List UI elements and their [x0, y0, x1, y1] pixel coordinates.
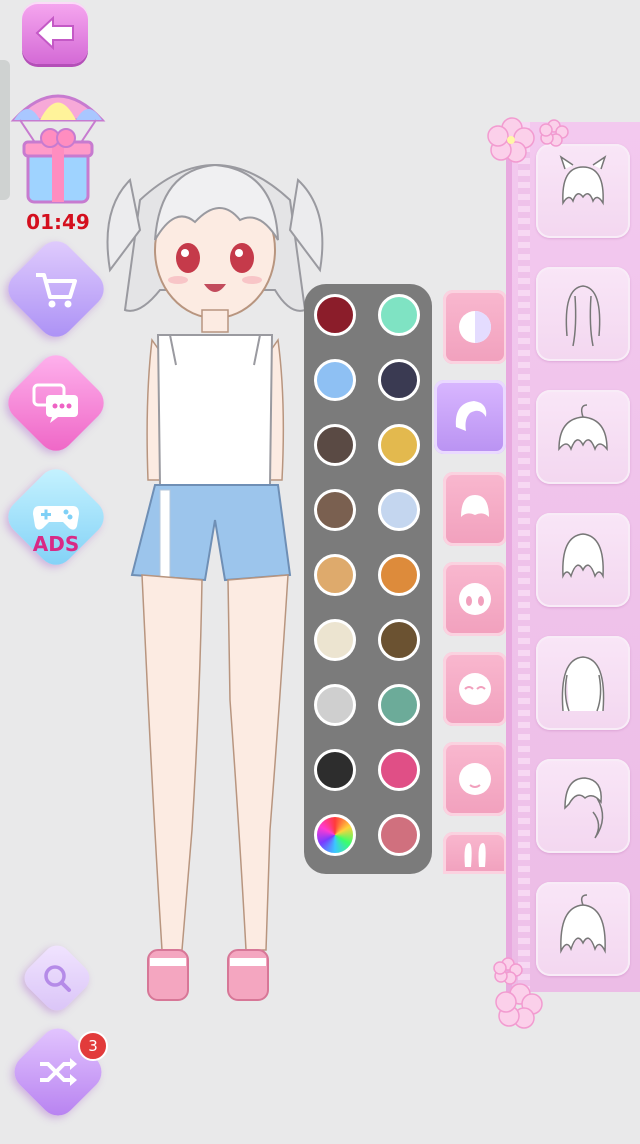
hair-option-medium-wavy[interactable] — [536, 636, 630, 730]
hair-option-short-layered[interactable] — [536, 513, 630, 607]
color-swatch[interactable] — [378, 814, 420, 856]
back-button[interactable] — [22, 2, 88, 64]
wavy-hair-icon — [561, 656, 605, 712]
color-swatch[interactable] — [378, 554, 420, 596]
color-swatch[interactable] — [378, 749, 420, 791]
tab-eyes[interactable] — [443, 562, 507, 636]
skin-tone-icon — [459, 311, 491, 343]
color-swatch[interactable] — [378, 684, 420, 726]
tab-ears[interactable] — [443, 832, 507, 874]
hair-icon — [455, 401, 487, 431]
hair-option-ahoge-bob[interactable] — [536, 390, 630, 484]
color-swatch[interactable] — [314, 294, 356, 336]
short-hair-icon — [562, 533, 604, 579]
color-swatch[interactable] — [314, 489, 356, 531]
character-avatar — [100, 140, 330, 1020]
eyes-face-icon — [459, 583, 491, 615]
shopping-cart-icon — [36, 273, 77, 308]
ears-icon — [464, 843, 486, 867]
color-swatch[interactable] — [314, 619, 356, 661]
color-swatch[interactable] — [378, 294, 420, 336]
shuffle-icon — [39, 1058, 77, 1086]
color-swatch[interactable] — [314, 749, 356, 791]
color-swatch[interactable] — [314, 424, 356, 466]
color-swatch[interactable] — [378, 359, 420, 401]
ahoge-hair-icon — [558, 404, 608, 452]
color-swatch[interactable] — [314, 554, 356, 596]
color-swatch[interactable] — [378, 619, 420, 661]
color-swatch[interactable] — [378, 424, 420, 466]
arrow-left-icon — [35, 15, 74, 51]
color-palette — [304, 284, 432, 874]
edge-tab — [0, 60, 10, 200]
tab-mouth[interactable] — [443, 742, 507, 816]
shuffle-count-badge: 3 — [78, 1031, 108, 1061]
side-tail-hair-icon — [564, 777, 604, 839]
chat-bubbles-icon — [32, 383, 78, 423]
panel-stripe — [518, 122, 530, 992]
chat-button[interactable] — [0, 347, 112, 459]
hair-option-side-ponytail[interactable] — [536, 759, 630, 853]
hair-style-panel — [506, 122, 640, 992]
sakura-flower-icon — [493, 957, 543, 1029]
gift-timer: 01:49 — [26, 210, 90, 234]
magnifier-icon — [44, 965, 71, 992]
zoom-button[interactable] — [18, 939, 96, 1017]
color-swatch[interactable] — [314, 684, 356, 726]
happy-face-icon — [459, 673, 491, 705]
hairstyle-icon — [461, 495, 489, 517]
parachute-gift-icon — [10, 94, 106, 204]
tab-skin-tone[interactable] — [443, 290, 507, 364]
mouth-face-icon — [459, 763, 491, 795]
color-swatch[interactable] — [378, 489, 420, 531]
hair-option-long-straight[interactable] — [536, 267, 630, 361]
color-swatch[interactable] — [314, 359, 356, 401]
tab-hairstyle[interactable] — [443, 472, 507, 546]
shop-button[interactable] — [0, 233, 112, 345]
long-hair-icon — [565, 285, 601, 347]
gamepad-icon — [33, 506, 79, 530]
tab-eyebrows[interactable] — [443, 652, 507, 726]
ads-label: ADS — [32, 532, 80, 556]
tab-hair[interactable] — [434, 380, 506, 454]
sakura-flower-icon — [487, 117, 569, 163]
color-swatch[interactable] — [314, 814, 356, 856]
